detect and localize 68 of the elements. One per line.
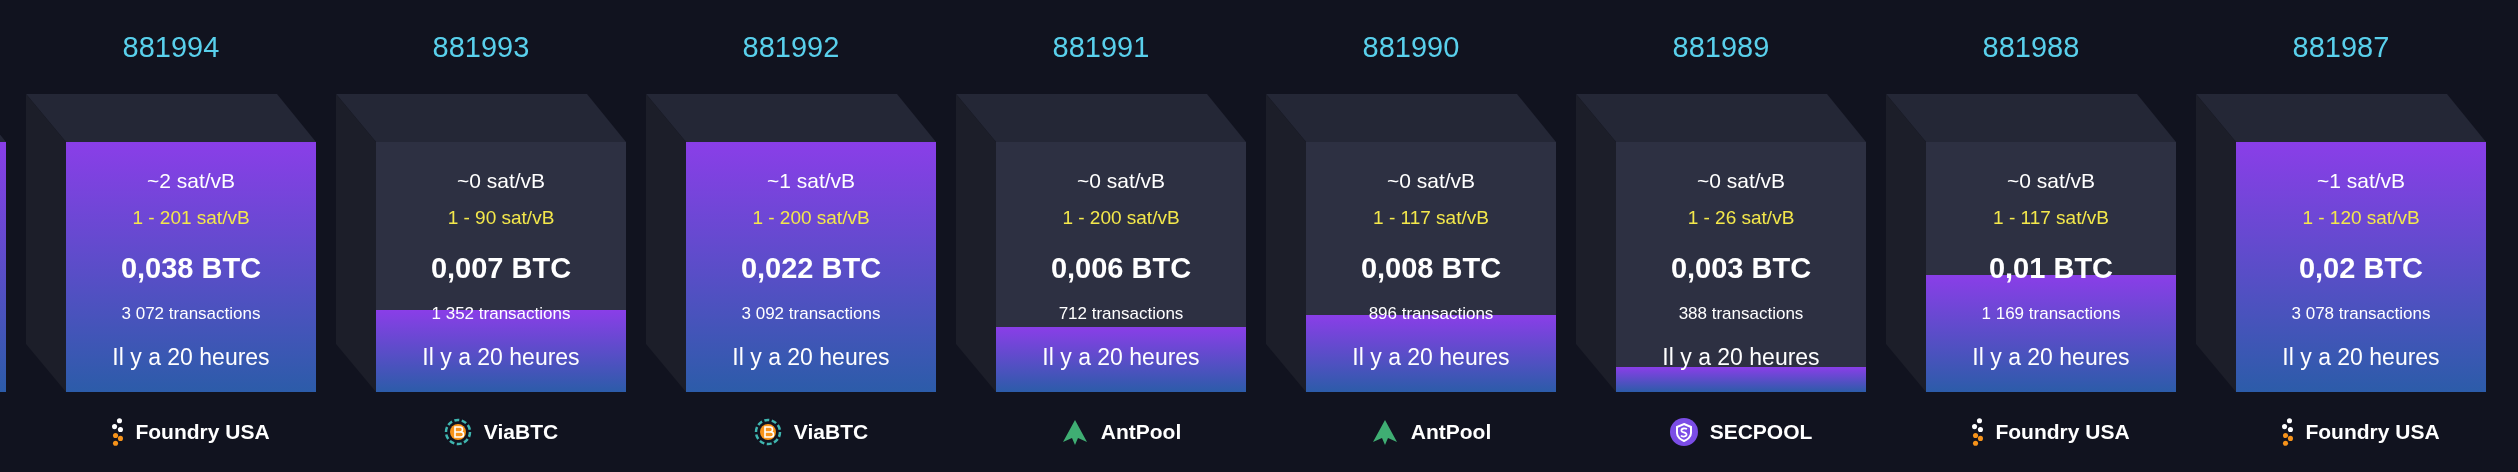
block-time: Il y a 20 heures [1972, 343, 2130, 372]
block-time: Il y a 20 heures [732, 343, 890, 372]
transaction-count: 388 transactions [1678, 303, 1804, 325]
transaction-count: 3 072 transactions [121, 303, 261, 325]
block-face[interactable]: ~2 sat/vB 1 - 201 sat/vB 0,038 BTC 3 072 transactions Il y a 20 heures [66, 142, 316, 392]
block-height-link[interactable]: 881990 [1362, 30, 1460, 64]
block-height-link[interactable]: 881991 [1052, 30, 1150, 64]
block-face[interactable]: ~0 sat/vB 1 - 90 sat/vB 0,007 BTC 1 352 transactions Il y a 20 heures [376, 142, 626, 392]
block-time: Il y a 20 heures [2282, 343, 2440, 372]
fee-range: 1 - 201 sat/vB [132, 206, 250, 230]
total-fees: 0,008 BTC [1360, 251, 1502, 286]
total-fees: 0,022 BTC [740, 251, 882, 286]
total-fees: 0,006 BTC [1050, 251, 1192, 286]
transaction-count: 1 352 transactions [431, 303, 571, 325]
fee-range: 1 - 26 sat/vB [1687, 206, 1795, 230]
median-fee: ~0 sat/vB [1076, 168, 1166, 194]
dots-icon [2282, 418, 2294, 446]
dots-icon [112, 418, 124, 446]
transaction-count: 1 169 transactions [1981, 303, 2121, 325]
block-time: Il y a 20 heures [1042, 343, 1200, 372]
fee-range: 1 - 90 sat/vB [447, 206, 555, 230]
block-height-link[interactable]: 881992 [742, 30, 840, 64]
median-fee: ~1 sat/vB [766, 168, 856, 194]
block-height-link[interactable]: 881989 [1672, 30, 1770, 64]
median-fee: ~2 sat/vB [146, 168, 236, 194]
transaction-count: 3 092 transactions [741, 303, 881, 325]
median-fee: ~0 sat/vB [2006, 168, 2096, 194]
pool-name[interactable]: Foundry USA [1995, 420, 2130, 444]
pool-name[interactable]: SECPOOL [1709, 420, 1813, 444]
pool-name[interactable]: Foundry USA [135, 420, 270, 444]
fee-range: 1 - 200 sat/vB [752, 206, 870, 230]
block-face[interactable]: ~1 sat/vB 1 - 120 sat/vB 0,02 BTC 3 078 transactions Il y a 20 heures [2236, 142, 2486, 392]
pool-name[interactable]: AntPool [1410, 420, 1492, 444]
shield-icon [1669, 418, 1698, 446]
median-fee: ~0 sat/vB [1696, 168, 1786, 194]
block-face[interactable]: ~0 sat/vB 1 - 26 sat/vB 0,003 BTC 388 transactions Il y a 20 heures [1616, 142, 1866, 392]
transaction-count: 3 078 transactions [2291, 303, 2431, 325]
median-fee: ~0 sat/vB [456, 168, 546, 194]
block-time: Il y a 20 heures [1352, 343, 1510, 372]
dots-icon [1972, 418, 1984, 446]
arrow-icon [1060, 418, 1089, 446]
block-face[interactable]: ~1 sat/vB 1 - 200 sat/vB 0,022 BTC 3 092 transactions Il y a 20 heures [686, 142, 936, 392]
block-height-link[interactable]: 881994 [122, 30, 220, 64]
block-height-link[interactable]: 881988 [1982, 30, 2080, 64]
total-fees: 0,038 BTC [120, 251, 262, 286]
block-time: Il y a 20 heures [112, 343, 270, 372]
total-fees: 0,02 BTC [2298, 251, 2424, 286]
block-height-link[interactable]: 881993 [432, 30, 530, 64]
pool-name[interactable]: ViaBTC [793, 420, 869, 444]
block-height-link[interactable]: 881987 [2292, 30, 2390, 64]
pool-name[interactable]: Foundry USA [2305, 420, 2440, 444]
coin-icon [753, 418, 782, 446]
total-fees: 0,007 BTC [430, 251, 572, 286]
block-time: Il y a 20 heures [422, 343, 580, 372]
total-fees: 0,003 BTC [1670, 251, 1812, 286]
block-face[interactable]: ~0 sat/vB 1 - 200 sat/vB 0,006 BTC 712 transactions Il y a 20 heures [996, 142, 1246, 392]
pool-name[interactable]: AntPool [1100, 420, 1182, 444]
pool-name[interactable]: ViaBTC [483, 420, 559, 444]
fee-range: 1 - 120 sat/vB [2302, 206, 2420, 230]
fee-range: 1 - 117 sat/vB [1373, 206, 1489, 230]
coin-icon [443, 418, 472, 446]
block-time: Il y a 20 heures [1662, 343, 1820, 372]
median-fee: ~0 sat/vB [1386, 168, 1476, 194]
fee-range: 1 - 117 sat/vB [1993, 206, 2109, 230]
fee-range: 1 - 200 sat/vB [1062, 206, 1180, 230]
median-fee: ~1 sat/vB [2316, 168, 2406, 194]
arrow-icon [1370, 418, 1399, 446]
transaction-count: 712 transactions [1058, 303, 1184, 325]
